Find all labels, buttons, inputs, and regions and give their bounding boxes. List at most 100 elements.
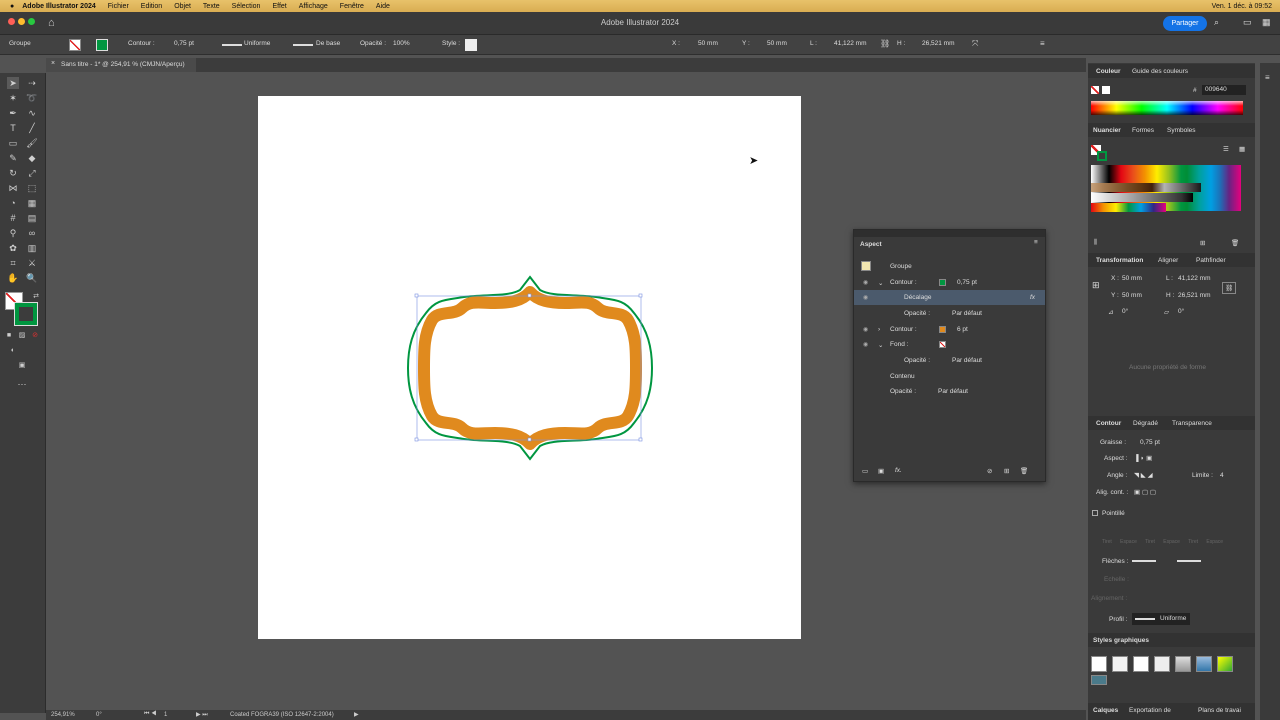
panel-menu-icon[interactable]: ≡ [1034,239,1038,246]
expand-icon[interactable]: ⌄ [878,279,883,287]
duplicate-item-icon[interactable]: ⊞ [1004,467,1009,475]
profile-select[interactable]: Uniforme [244,40,270,47]
row-label[interactable]: Décalage [904,294,931,301]
gradient-mode-icon[interactable]: ▨ [16,329,28,341]
new-swatch-icon[interactable]: ⊞ [1200,239,1205,247]
direct-selection-tool-icon[interactable]: ⇢ [26,77,38,89]
style-swatch[interactable] [465,39,477,51]
curvature-tool-icon[interactable]: ∿ [26,107,38,119]
tab-degrade[interactable]: Dégradé [1133,420,1158,427]
join-icons[interactable]: ◥ ◣ ◢ [1134,471,1153,479]
delete-item-icon[interactable]: 🗑 [1020,467,1028,475]
style-thumb[interactable] [1091,675,1107,685]
t-y-field[interactable]: 50 mm [1122,292,1142,299]
grid-view-icon[interactable]: ▦ [1239,145,1245,153]
tab-transparence[interactable]: Transparence [1172,420,1212,427]
status-menu-icon[interactable]: ▶ [354,711,359,718]
stroke-mini[interactable] [1097,151,1107,161]
free-transform-icon[interactable]: ⬚ [26,182,38,194]
tab-symboles[interactable]: Symboles [1167,127,1196,134]
menu-affichage[interactable]: Affichage [299,3,328,10]
delete-swatch-icon[interactable]: 🗑 [1231,239,1239,247]
add-fill-icon[interactable]: ▣ [878,467,884,475]
blend-tool-icon[interactable]: ∞ [26,227,38,239]
x-field[interactable]: 50 mm [698,40,718,47]
search-icon[interactable]: ⌕ [1214,17,1219,28]
perspective-grid-icon[interactable]: ▦ [26,197,38,209]
pen-tool-icon[interactable]: ✒ [7,107,19,119]
gradient-tool-icon[interactable]: ▤ [26,212,38,224]
document-tab[interactable]: × Sans titre - 1* @ 254,91 % (CMJN/Aperç… [46,58,196,72]
tab-calques[interactable]: Calques [1093,707,1118,714]
swatch-libraries-icon[interactable]: ⫼ [1094,239,1097,247]
swap-colors-icon[interactable]: ⇄ [30,290,42,302]
handle[interactable] [414,293,419,298]
width-tool-icon[interactable]: ⋈ [7,182,19,194]
artboard-field[interactable]: 1 [164,712,167,718]
rectangle-tool-icon[interactable]: ▭ [7,137,19,149]
slice-tool-icon[interactable]: ⚔ [26,257,38,269]
eyedropper-icon[interactable]: ⚲ [7,227,19,239]
eye-icon[interactable]: ◉ [863,294,868,301]
share-button[interactable]: Partager [1163,16,1207,31]
style-thumb[interactable] [1175,656,1191,672]
t-l-field[interactable]: 41,122 mm [1178,275,1211,282]
t-h-field[interactable]: 26,521 mm [1178,292,1211,299]
list-view-icon[interactable]: ☰ [1223,145,1229,153]
appearance-row-opacity1[interactable]: Opacité : Par défaut [854,306,1045,321]
link-icon[interactable]: ⛓ [880,39,890,48]
stroke-swatch[interactable] [939,279,946,286]
menu-fenetre[interactable]: Fenêtre [340,3,364,10]
appearance-tab[interactable]: Aspect [860,241,882,248]
minimize-window-button[interactable] [18,18,25,25]
appearance-row-opacity3[interactable]: Opacité : Par défaut [854,384,1045,399]
symbol-sprayer-icon[interactable]: ✿ [7,242,19,254]
appearance-row-fill[interactable]: ◉ ⌄ Fond : [854,337,1045,352]
menu-effet[interactable]: Effet [272,3,286,10]
eraser-icon[interactable]: ◆ [26,152,38,164]
artboard-nav[interactable]: ⏮ ◀ [144,711,156,718]
limite-field[interactable]: 4 [1220,472,1224,479]
reference-point-icon[interactable]: ⊞ [1092,280,1100,291]
tab-aligner[interactable]: Aligner [1158,257,1178,264]
lasso-icon[interactable]: ➰ [26,92,38,104]
row-value[interactable]: 0,75 pt [957,279,977,286]
profile-select[interactable]: Uniforme [1132,613,1190,625]
eye-icon[interactable]: ◉ [863,326,868,333]
appearance-row-opacity2[interactable]: Opacité : Par défaut [854,353,1045,368]
tab-pathfinder[interactable]: Pathfinder [1196,257,1226,264]
add-stroke-icon[interactable]: ▭ [862,467,868,475]
handle[interactable] [638,293,643,298]
draw-mode-icon[interactable]: ◐ [7,344,19,356]
menu-objet[interactable]: Objet [174,3,191,10]
tab-transformation[interactable]: Transformation [1096,257,1143,264]
appearance-row-offset[interactable]: ◉ Décalage fx [854,290,1045,305]
menu-icon[interactable]: ≡ [1040,39,1045,48]
apple-icon[interactable]: ● [10,3,14,10]
menu-aide[interactable]: Aide [376,3,390,10]
frame-artwork[interactable] [400,270,660,465]
handle[interactable] [638,437,643,442]
arrow-start-select[interactable] [1132,560,1156,562]
stroke-swatch[interactable] [939,326,946,333]
fx-icon[interactable]: fx [1030,294,1035,301]
expand-icon[interactable]: ⌄ [878,341,883,349]
artboard-nav-next[interactable]: ▶ ⏭ [196,711,208,719]
appearance-row-stroke2[interactable]: ◉ › Contour : 6 pt [854,322,1045,337]
tab-guide-couleurs[interactable]: Guide des couleurs [1132,68,1188,75]
appearance-row-stroke1[interactable]: ◉ ⌄ Contour : 0,75 pt [854,275,1045,290]
arrange-icon[interactable]: ▦ [1262,17,1271,28]
handle[interactable] [414,437,419,442]
width-field[interactable]: 41,122 mm [834,40,867,47]
line-tool-icon[interactable]: ╱ [26,122,38,134]
home-icon[interactable]: ⌂ [48,17,55,29]
none-mode-icon[interactable]: ⊘ [29,329,41,341]
menu-fichier[interactable]: Fichier [108,3,129,10]
align-stroke-icons[interactable]: ▣ ▢ ▢ [1134,488,1156,496]
style-thumb[interactable] [1112,656,1128,672]
more-tools-icon[interactable]: ⋯ [16,378,28,390]
style-thumb[interactable] [1196,656,1212,672]
opacity-field[interactable]: 100% [393,40,410,47]
tab-contour[interactable]: Contour [1096,420,1121,427]
appearance-panel-grip[interactable] [854,230,1045,237]
